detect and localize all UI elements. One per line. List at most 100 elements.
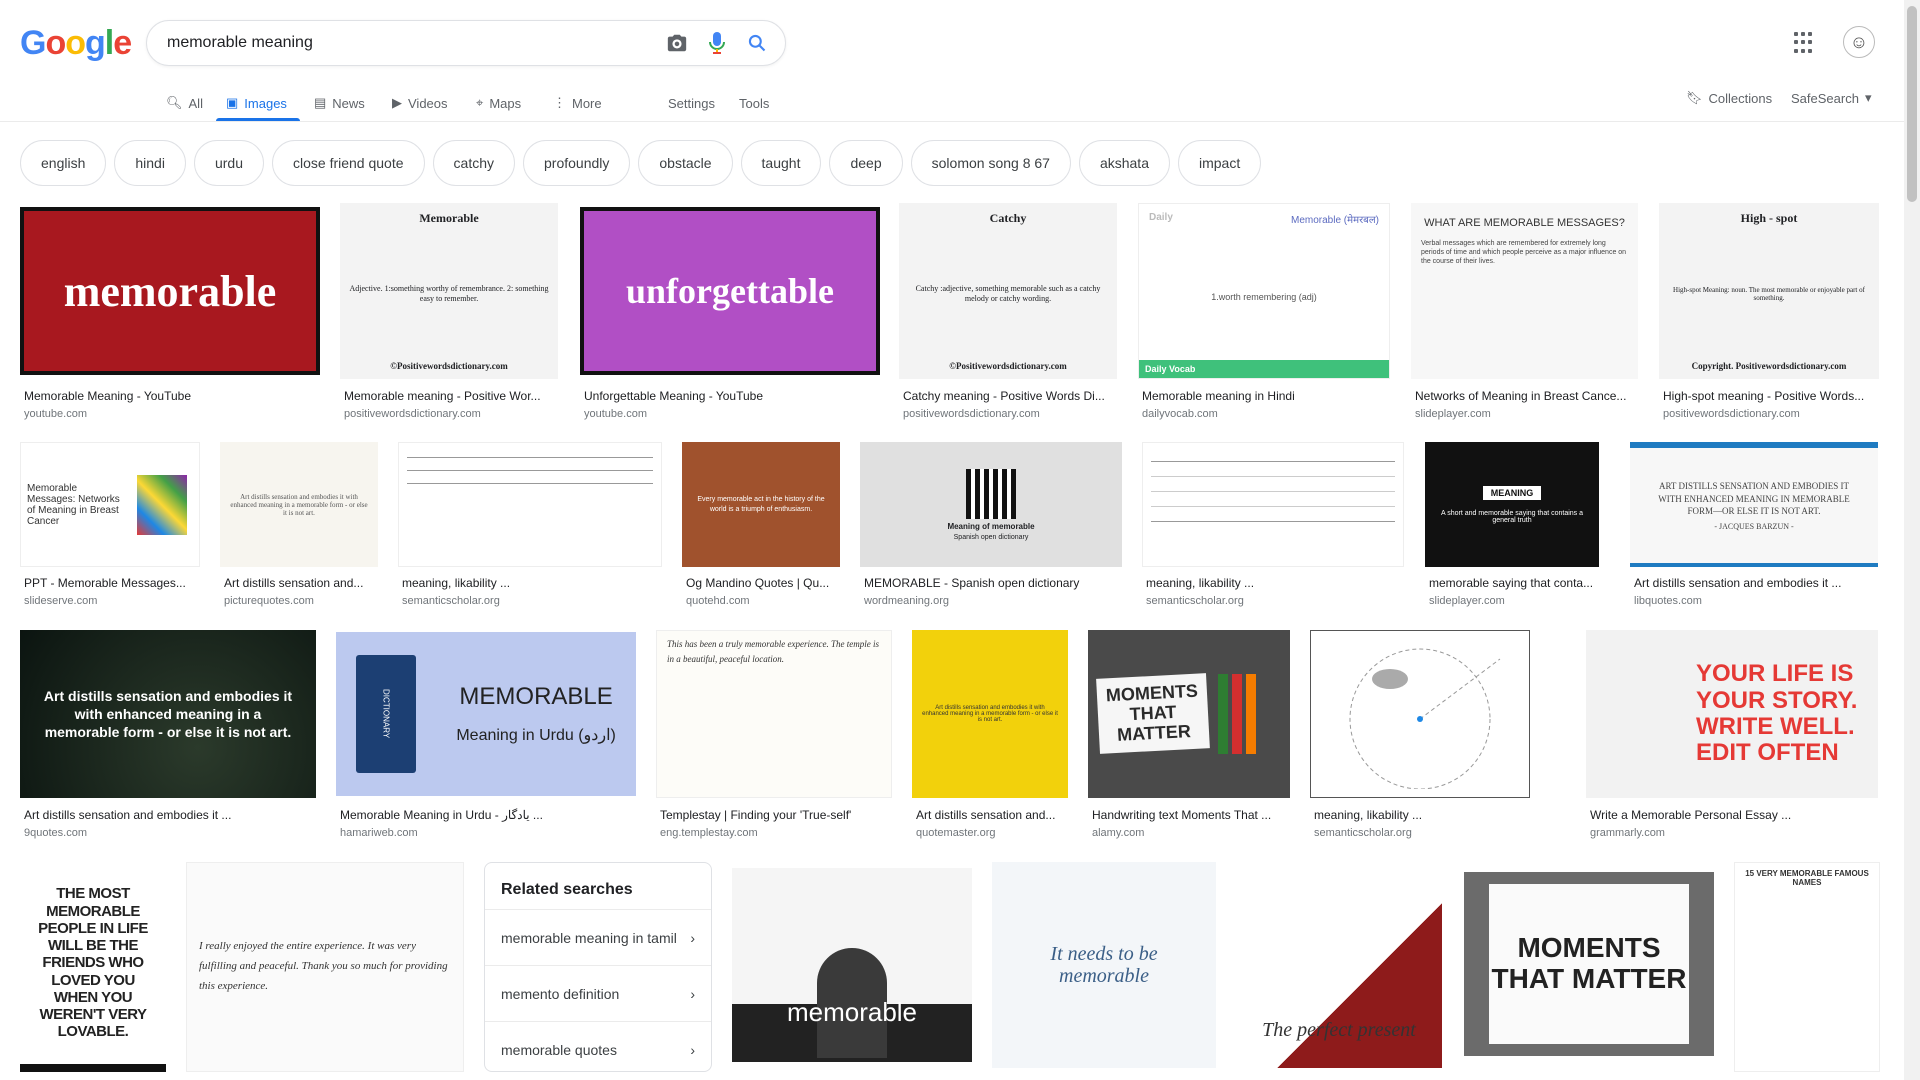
result-thumbnail: Daily Memorable (मेमरबल) 1.worth remember… (1138, 203, 1390, 379)
chip[interactable]: akshata (1078, 140, 1170, 186)
tab-maps[interactable]: ⌖ Maps (476, 90, 521, 116)
result-domain: positivewordsdictionary.com (903, 408, 1040, 420)
chip[interactable]: urdu (193, 140, 264, 186)
result-thumbnail: THE MOST MEMORABLE PEOPLE IN LIFE WILL B… (20, 862, 166, 1072)
image-result[interactable]: ART DISTILLS SENSATION AND EMBODIES IT W… (1630, 442, 1878, 610)
tab-news[interactable]: ▤ News (314, 90, 365, 116)
related-search-item[interactable]: memorable quotes › (485, 1021, 711, 1077)
search-input[interactable] (167, 34, 657, 52)
image-result[interactable]: THE MOST MEMORABLE PEOPLE IN LIFE WILL B… (20, 862, 166, 1072)
chip[interactable]: deep (829, 140, 903, 186)
tab-videos[interactable]: ▶ Videos (392, 90, 448, 116)
refinement-chips: english hindi urdu close friend quote ca… (20, 140, 1262, 186)
chip[interactable]: solomon song 8 67 (910, 140, 1071, 186)
search-icon: 🔍︎ (166, 95, 183, 110)
result-domain: semanticscholar.org (1314, 827, 1412, 839)
chip[interactable]: close friend quote (272, 140, 425, 186)
result-thumbnail: Art distills sensation and embodies it w… (912, 630, 1068, 798)
image-result[interactable]: It needs to be memorable (992, 862, 1216, 1068)
image-result[interactable]: meaning, likability ... semanticscholar.… (1142, 442, 1404, 610)
related-searches-title: Related searches (501, 881, 633, 898)
map-icon: ⌖ (476, 95, 484, 110)
image-result[interactable]: meaning, likability ... semanticscholar.… (398, 442, 662, 610)
bookmark-icon: 🔖︎ (1686, 90, 1703, 105)
result-domain: hamariweb.com (340, 827, 418, 839)
image-result[interactable]: MOMENTS THAT MATTER Handwriting text Mom… (1088, 630, 1290, 842)
chip[interactable]: hindi (114, 140, 186, 186)
search-icon[interactable] (737, 23, 777, 63)
result-caption: Templestay | Finding your 'True-self' (660, 808, 852, 822)
result-thumbnail: Every memorable act in the history of th… (682, 442, 840, 567)
image-result[interactable]: unforgettable Unforgettable Meaning - Yo… (580, 207, 880, 422)
caret-down-icon: ▾ (1864, 90, 1872, 105)
scrollbar[interactable] (1904, 0, 1920, 1080)
collections-link[interactable]: 🔖︎ Collections (1686, 90, 1772, 106)
result-domain: alamy.com (1092, 827, 1145, 839)
chip[interactable]: taught (740, 140, 822, 186)
image-result[interactable]: Meaning of memorable Spanish open dictio… (860, 442, 1122, 610)
tab-all[interactable]: 🔍︎ All (166, 90, 203, 116)
avatar[interactable]: ☺ (1843, 26, 1875, 58)
result-domain: wordmeaning.org (864, 595, 949, 607)
related-search-item[interactable]: memento definition › (485, 965, 711, 1021)
image-result[interactable]: High - spot High-spot Meaning: noun. The… (1659, 203, 1879, 422)
chip[interactable]: catchy (432, 140, 515, 186)
image-result[interactable]: memorable Memorable Meaning - YouTube yo… (20, 207, 320, 422)
result-domain: picturequotes.com (224, 595, 314, 607)
tools-link[interactable]: Tools (739, 90, 769, 116)
image-result[interactable]: This has been a truly memorable experien… (656, 630, 892, 842)
chip[interactable]: profoundly (523, 140, 631, 186)
image-result[interactable]: I really enjoyed the entire experience. … (186, 862, 464, 1072)
microphone-icon[interactable] (697, 23, 737, 63)
image-result[interactable]: Memorable Adjective. 1:something worthy … (340, 203, 558, 422)
image-result[interactable]: WHAT ARE MEMORABLE MESSAGES? Verbal mess… (1411, 203, 1638, 422)
result-thumbnail: Catchy Catchy :adjective, something memo… (899, 203, 1117, 379)
image-result[interactable]: MOMENTS THAT MATTER (1464, 872, 1714, 1056)
result-domain: eng.templestay.com (660, 827, 758, 839)
result-caption: MEMORABLE - Spanish open dictionary (864, 576, 1080, 590)
chip[interactable]: english (20, 140, 107, 186)
tab-more[interactable]: ⋮ More (553, 90, 602, 116)
chip[interactable]: obstacle (638, 140, 733, 186)
more-vert-icon: ⋮ (553, 95, 566, 110)
diagram-image (1349, 648, 1501, 789)
image-result[interactable]: Daily Memorable (मेमरबल) 1.worth remember… (1138, 203, 1390, 422)
image-result[interactable]: Art distills sensation and embodies it w… (220, 442, 378, 610)
image-result[interactable]: The perfect present (1236, 862, 1442, 1068)
result-thumbnail: unforgettable (580, 207, 880, 375)
image-result[interactable]: 15 VERY MEMORABLE FAMOUS NAMES (1734, 862, 1880, 1072)
settings-link[interactable]: Settings (668, 90, 715, 116)
result-thumbnail: Art distills sensation and embodies it w… (220, 442, 378, 567)
result-domain: positivewordsdictionary.com (1663, 408, 1800, 420)
image-result[interactable]: Every memorable act in the history of th… (682, 442, 840, 610)
image-result[interactable]: Memorable Messages: Networks of Meaning … (20, 442, 200, 610)
result-caption: meaning, likability ... (1146, 576, 1255, 590)
image-result[interactable]: Art distills sensation and embodies it w… (912, 630, 1068, 842)
related-search-item[interactable]: memorable meaning in tamil › (485, 909, 711, 965)
safesearch-dropdown[interactable]: SafeSearch ▾ (1791, 90, 1871, 106)
image-result[interactable]: meaning, likability ... semanticscholar.… (1310, 630, 1530, 842)
image-result[interactable]: memorable (732, 868, 972, 1062)
image-result[interactable]: MEANING A short and memorable saying tha… (1425, 442, 1599, 610)
related-searches: Related searches memorable meaning in ta… (484, 862, 712, 1072)
result-domain: semanticscholar.org (402, 595, 500, 607)
result-domain: 9quotes.com (24, 827, 87, 839)
result-caption: Handwriting text Moments That ... (1092, 808, 1272, 822)
image-result[interactable]: Art distills sensation and embodies it w… (20, 630, 316, 842)
page: Google ☺ 🔍︎All ▣Images ▤News ▶Videos ⌖Ma… (0, 0, 1920, 1080)
search-box[interactable] (146, 20, 786, 66)
image-result[interactable]: YOUR LIFE IS YOUR STORY. WRITE WELL. EDI… (1586, 630, 1878, 842)
camera-icon[interactable] (657, 23, 697, 63)
chip[interactable]: impact (1178, 140, 1262, 186)
result-thumbnail: ART DISTILLS SENSATION AND EMBODIES IT W… (1630, 442, 1878, 567)
result-thumbnail: Memorable Adjective. 1:something worthy … (340, 203, 558, 379)
result-thumbnail: YOUR LIFE IS YOUR STORY. WRITE WELL. EDI… (1586, 630, 1878, 798)
image-result[interactable]: DICTIONARY MEMORABLE Meaning in Urdu (ار… (336, 632, 636, 842)
image-result[interactable]: Catchy Catchy :adjective, something memo… (899, 203, 1117, 422)
tab-images[interactable]: ▣ Images (226, 90, 287, 116)
qr-code-icon (966, 468, 1016, 519)
result-caption: Catchy meaning - Positive Words Di... (903, 389, 1105, 403)
google-logo[interactable]: Google (20, 24, 132, 63)
scrollbar-thumb[interactable] (1907, 6, 1917, 202)
apps-grid-icon[interactable] (1794, 32, 1816, 54)
